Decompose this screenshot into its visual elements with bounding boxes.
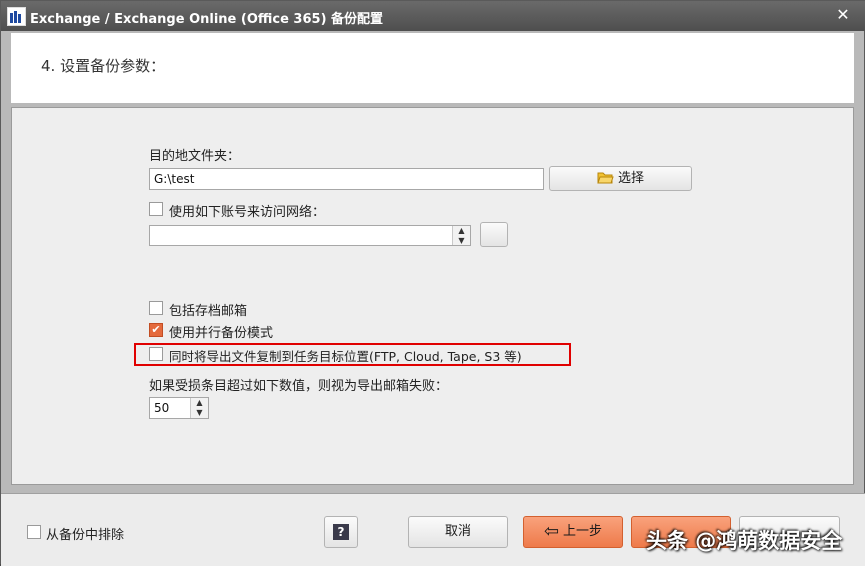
step-title: 4. 设置备份参数： [41,57,166,75]
back-label: 上一步 [563,524,603,539]
cancel-button[interactable]: 取消 [408,516,508,548]
network-account-label: 使用如下账号来访问网络： [169,205,326,220]
back-arrow-icon: ⇦ [543,521,560,542]
archive-mailbox-checkbox[interactable] [149,301,163,315]
spin-up-icon: ▲ [458,226,465,235]
help-button[interactable]: ? [324,516,358,548]
close-icon[interactable]: ✕ [832,5,854,25]
network-account-select[interactable]: ▲ ▼ [149,225,471,246]
browse-label: 选择 [617,171,644,186]
watermark-text: 头条 @鸿萌数据安全 [646,529,843,553]
destination-label: 目的地文件夹： [149,149,241,164]
exclude-checkbox[interactable] [27,525,41,539]
account-spinner[interactable]: ▲ ▼ [452,226,470,245]
spin-up-icon: ▲ [196,398,203,407]
browse-button[interactable]: 选择 [549,166,692,191]
folder-icon [597,172,614,184]
parallel-backup-label: 使用并行备份模式 [169,326,274,341]
parallel-backup-checkbox[interactable]: ✔ [149,323,163,337]
destination-path-value: G:\test [154,172,195,186]
threshold-label: 如果受损条目超过如下数值，则视为导出邮箱失败： [149,379,449,394]
settings-panel: 目的地文件夹： G:\test 选择 使用如下账号来访问网络： ▲ ▼ 包括存档邮… [11,107,854,485]
network-account-button[interactable] [480,222,508,247]
title-bar[interactable]: Exchange / Exchange Online (Office 365) … [1,1,865,31]
back-button[interactable]: ⇦ 上一步 [523,516,623,548]
destination-path-input[interactable]: G:\test [149,168,544,190]
wizard-header: 4. 设置备份参数： [11,33,854,103]
threshold-stepper[interactable]: 50 ▲ ▼ [149,397,209,419]
spin-down-icon: ▼ [196,408,203,417]
backup-config-window: Exchange / Exchange Online (Office 365) … [0,0,865,566]
spin-down-icon: ▼ [458,235,465,245]
window-title: Exchange / Exchange Online (Office 365) … [30,12,384,27]
archive-mailbox-label: 包括存档邮箱 [169,304,248,319]
threshold-spinner[interactable]: ▲ ▼ [190,398,208,418]
highlight-box [134,343,571,366]
threshold-value: 50 [154,401,170,415]
exclude-label: 从备份中排除 [46,528,125,543]
app-icon [7,7,26,26]
help-icon: ? [333,523,349,540]
network-account-checkbox[interactable] [149,202,163,216]
